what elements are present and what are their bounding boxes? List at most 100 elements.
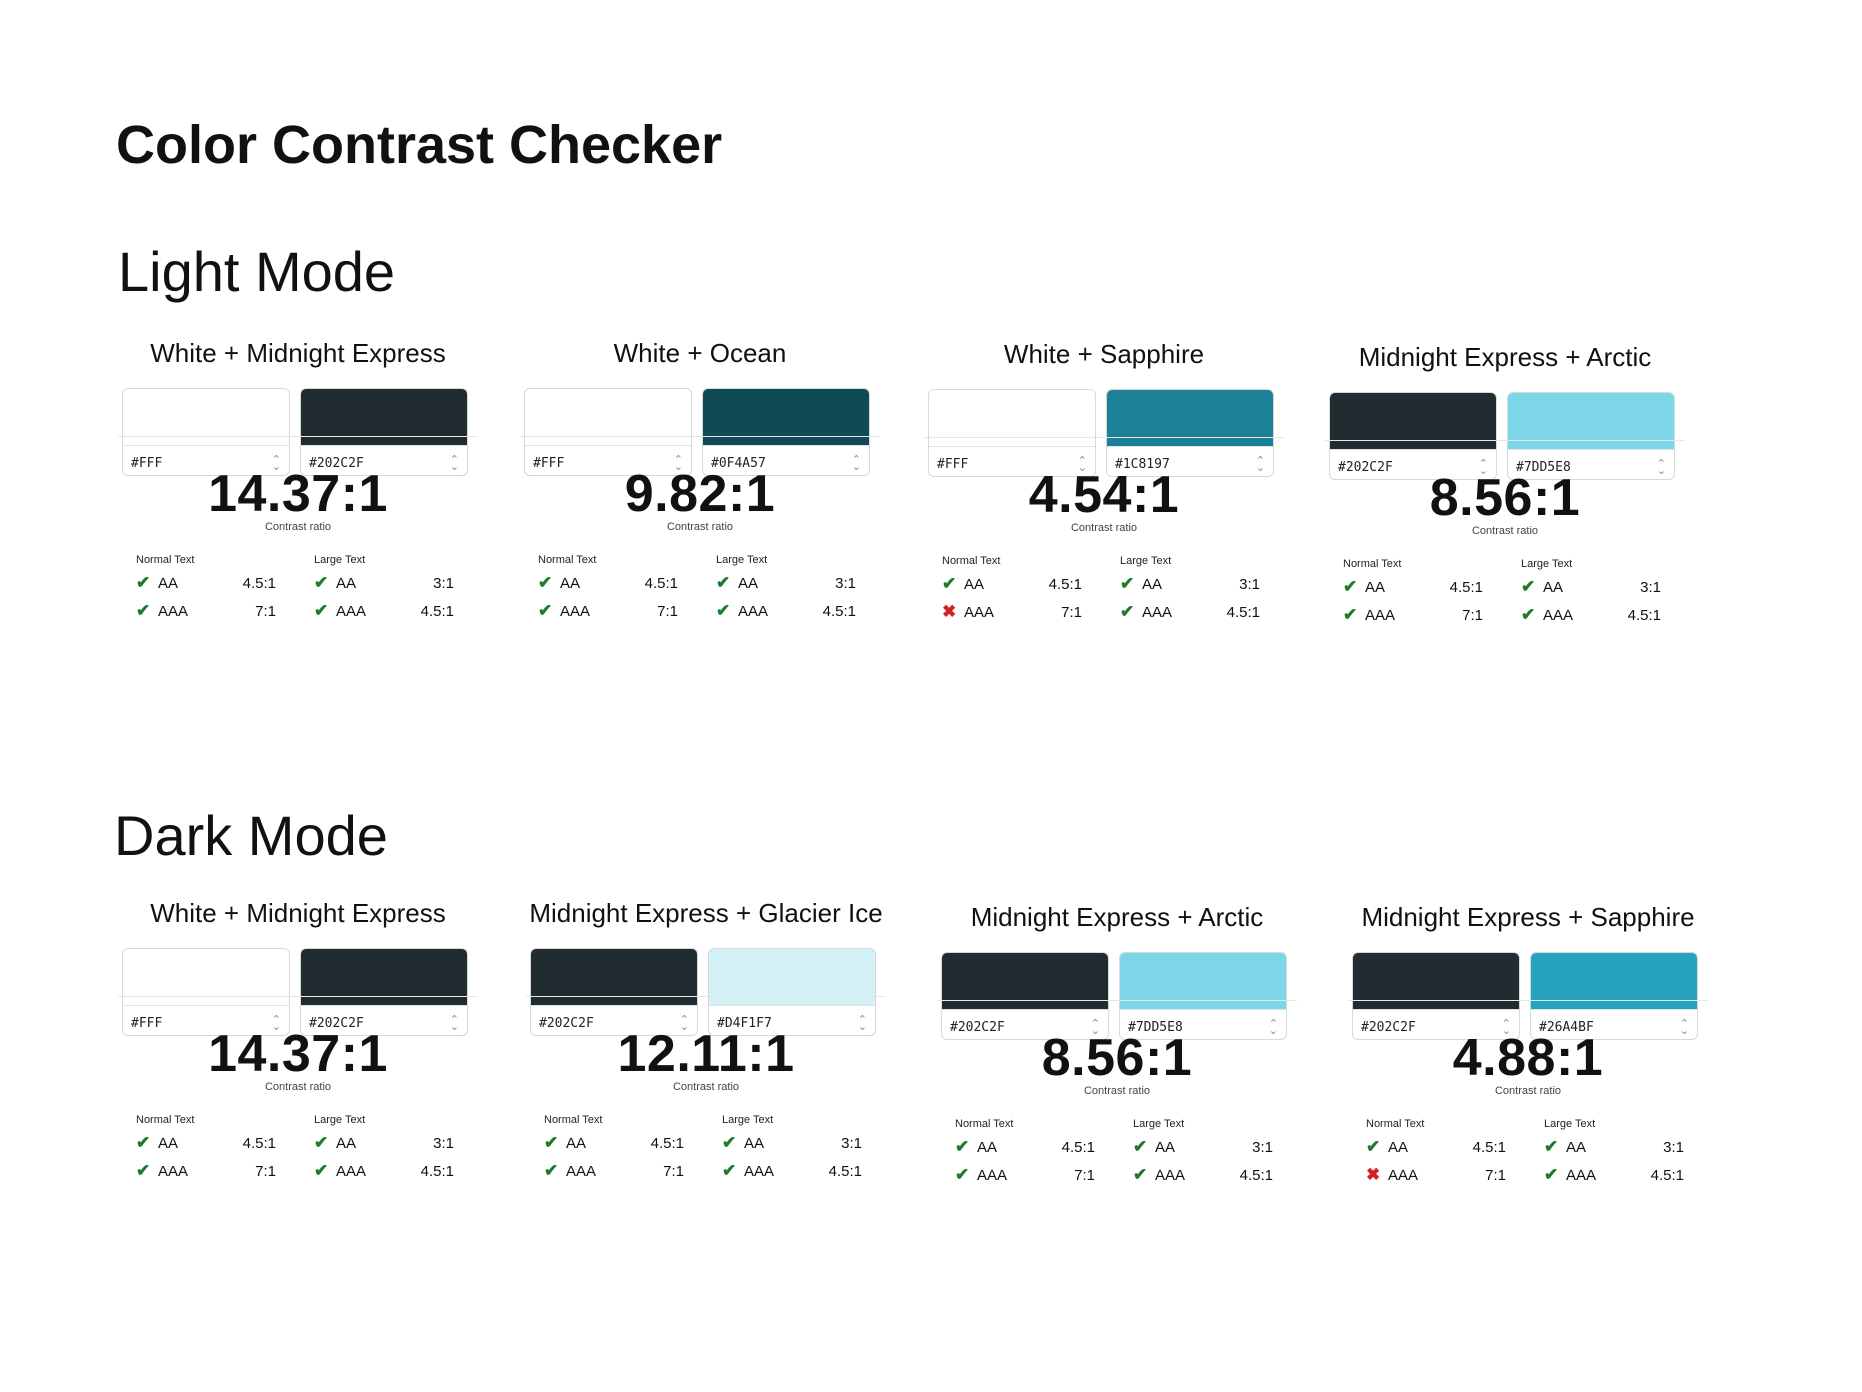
- wcag-result-row: ✔ AAA 7:1: [544, 1158, 714, 1186]
- required-ratio: 4.5:1: [822, 603, 856, 620]
- check-icon: ✔: [1343, 605, 1358, 624]
- normal-text-heading: Normal Text: [1366, 1118, 1425, 1130]
- required-ratio: 7:1: [663, 1163, 684, 1180]
- wcag-result-row: ✔ AA 4.5:1: [136, 1130, 306, 1158]
- required-ratio: 3:1: [433, 1135, 454, 1152]
- background-swatch[interactable]: #202C2F ⌃ ⌄: [1329, 392, 1497, 480]
- foreground-swatch[interactable]: #202C2F ⌃ ⌄: [300, 388, 468, 476]
- divider: [937, 1000, 1297, 1001]
- wcag-level: AAA: [158, 603, 189, 620]
- contrast-ratio-label: Contrast ratio: [1471, 525, 1539, 537]
- large-text-results: Large Text ✔ AA 3:1 ✔ AAA 4.5:1: [1521, 558, 1691, 630]
- wcag-result-row: ✔ AA 4.5:1: [1343, 574, 1513, 602]
- wcag-level: AAA: [744, 1163, 775, 1180]
- foreground-swatch[interactable]: #202C2F ⌃ ⌄: [300, 948, 468, 1036]
- foreground-swatch[interactable]: #0F4A57 ⌃ ⌄: [702, 388, 870, 476]
- required-ratio: 4.5:1: [1048, 576, 1082, 593]
- wcag-result-row: ✔ AA 3:1: [1120, 571, 1290, 599]
- wcag-level: AA: [1543, 579, 1564, 596]
- normal-text-results: Normal Text ✔ AA 4.5:1 ✔ AAA 7:1: [136, 1114, 306, 1186]
- wcag-level: AAA: [977, 1167, 1008, 1184]
- wcag-level: AAA: [336, 1163, 367, 1180]
- check-icon: ✔: [544, 1161, 559, 1180]
- divider: [118, 996, 478, 997]
- wcag-level: AA: [336, 1135, 357, 1152]
- contrast-ratio-value: 9.82:1: [624, 465, 776, 523]
- background-swatch[interactable]: #FFF ⌃ ⌄: [524, 388, 692, 476]
- large-text-heading: Large Text: [314, 554, 366, 566]
- foreground-swatch[interactable]: #7DD5E8 ⌃ ⌄: [1119, 952, 1287, 1040]
- contrast-ratio-value: 4.88:1: [1452, 1029, 1604, 1087]
- large-text-heading: Large Text: [1133, 1118, 1185, 1130]
- wcag-result-row: ✔ AAA 4.5:1: [1120, 599, 1290, 627]
- dark-mode-grid: White + Midnight Express #FFF ⌃ ⌄ #202C2F ⌃ ⌄ 1…: [0, 900, 1862, 1320]
- wcag-result-row: ✔ AAA 7:1: [136, 598, 306, 626]
- contrast-ratio-label: Contrast ratio: [666, 521, 734, 533]
- wcag-result-row: ✔ AAA 4.5:1: [1544, 1162, 1714, 1190]
- required-ratio: 4.5:1: [650, 1135, 684, 1152]
- card-title: White + Sapphire: [1003, 339, 1205, 369]
- foreground-swatch[interactable]: #D4F1F7 ⌃ ⌄: [708, 948, 876, 1036]
- check-icon: ✔: [314, 1161, 329, 1180]
- normal-text-heading: Normal Text: [136, 554, 195, 566]
- wcag-level: AA: [1155, 1139, 1176, 1156]
- background-swatch[interactable]: #FFF ⌃ ⌄: [122, 948, 290, 1036]
- wcag-result-row: ✖ AAA 7:1: [1366, 1162, 1536, 1190]
- foreground-swatch[interactable]: #7DD5E8 ⌃ ⌄: [1507, 392, 1675, 480]
- wcag-level: AAA: [1155, 1167, 1186, 1184]
- normal-text-results: Normal Text ✔ AA 4.5:1 ✖ AAA 7:1: [942, 555, 1112, 627]
- required-ratio: 4.5:1: [1449, 579, 1483, 596]
- wcag-level: AA: [158, 575, 179, 592]
- cross-icon: ✖: [942, 602, 957, 621]
- contrast-ratio-label: Contrast ratio: [1494, 1085, 1562, 1097]
- background-swatch[interactable]: #FFF ⌃ ⌄: [122, 388, 290, 476]
- card-title: White + Midnight Express: [150, 338, 446, 368]
- normal-text-heading: Normal Text: [1343, 558, 1402, 570]
- contrast-card: Midnight Express + Arctic #202C2F ⌃ ⌄ #7DD5E…: [1325, 344, 1685, 624]
- large-text-results: Large Text ✔ AA 3:1 ✔ AAA 4.5:1: [1544, 1118, 1714, 1190]
- wcag-result-row: ✔ AA 4.5:1: [136, 570, 306, 598]
- foreground-swatch[interactable]: #1C8197 ⌃ ⌄: [1106, 389, 1274, 477]
- wcag-level: AA: [158, 1135, 179, 1152]
- wcag-level: AA: [744, 1135, 765, 1152]
- background-swatch[interactable]: #202C2F ⌃ ⌄: [530, 948, 698, 1036]
- wcag-level: AAA: [964, 604, 995, 621]
- normal-text-heading: Normal Text: [544, 1114, 603, 1126]
- background-swatch[interactable]: #FFF ⌃ ⌄: [928, 389, 1096, 477]
- wcag-level: AAA: [336, 603, 367, 620]
- contrast-card: White + Sapphire #FFF ⌃ ⌄ #1C8197 ⌃ ⌄ 4.54:1 Con…: [924, 339, 1284, 621]
- contrast-ratio-label: Contrast ratio: [672, 1081, 740, 1093]
- card-title: Midnight Express + Sapphire: [1361, 902, 1695, 932]
- check-icon: ✔: [1544, 1137, 1559, 1156]
- contrast-ratio-value: 8.56:1: [1429, 469, 1581, 527]
- wcag-result-row: ✔ AA 3:1: [1133, 1134, 1303, 1162]
- wcag-result-row: ✔ AAA 7:1: [1343, 602, 1513, 630]
- background-swatch[interactable]: #202C2F ⌃ ⌄: [941, 952, 1109, 1040]
- wcag-level: AAA: [566, 1163, 597, 1180]
- large-text-heading: Large Text: [1544, 1118, 1596, 1130]
- required-ratio: 4.5:1: [1650, 1167, 1684, 1184]
- wcag-level: AAA: [1388, 1167, 1419, 1184]
- normal-text-results: Normal Text ✔ AA 4.5:1 ✔ AAA 7:1: [1343, 558, 1513, 630]
- check-icon: ✔: [538, 573, 553, 592]
- check-icon: ✔: [1120, 574, 1135, 593]
- check-icon: ✔: [136, 601, 151, 620]
- wcag-result-row: ✔ AA 4.5:1: [544, 1130, 714, 1158]
- normal-text-results: Normal Text ✔ AA 4.5:1 ✔ AAA 7:1: [136, 554, 306, 626]
- large-text-results: Large Text ✔ AA 3:1 ✔ AAA 4.5:1: [314, 1114, 484, 1186]
- wcag-level: AAA: [1566, 1167, 1597, 1184]
- large-text-heading: Large Text: [716, 554, 768, 566]
- section-title-dark: Dark Mode: [114, 804, 388, 867]
- wcag-level: AA: [560, 575, 581, 592]
- required-ratio: 3:1: [1252, 1139, 1273, 1156]
- large-text-heading: Large Text: [1120, 555, 1172, 567]
- background-swatch[interactable]: #202C2F ⌃ ⌄: [1352, 952, 1520, 1040]
- wcag-level: AA: [738, 575, 759, 592]
- check-icon: ✔: [955, 1165, 970, 1184]
- check-icon: ✔: [1133, 1165, 1148, 1184]
- foreground-swatch[interactable]: #26A4BF ⌃ ⌄: [1530, 952, 1698, 1040]
- normal-text-results: Normal Text ✔ AA 4.5:1 ✖ AAA 7:1: [1366, 1118, 1536, 1190]
- required-ratio: 3:1: [1640, 579, 1661, 596]
- card-title: Midnight Express + Arctic: [970, 902, 1264, 932]
- required-ratio: 7:1: [1074, 1167, 1095, 1184]
